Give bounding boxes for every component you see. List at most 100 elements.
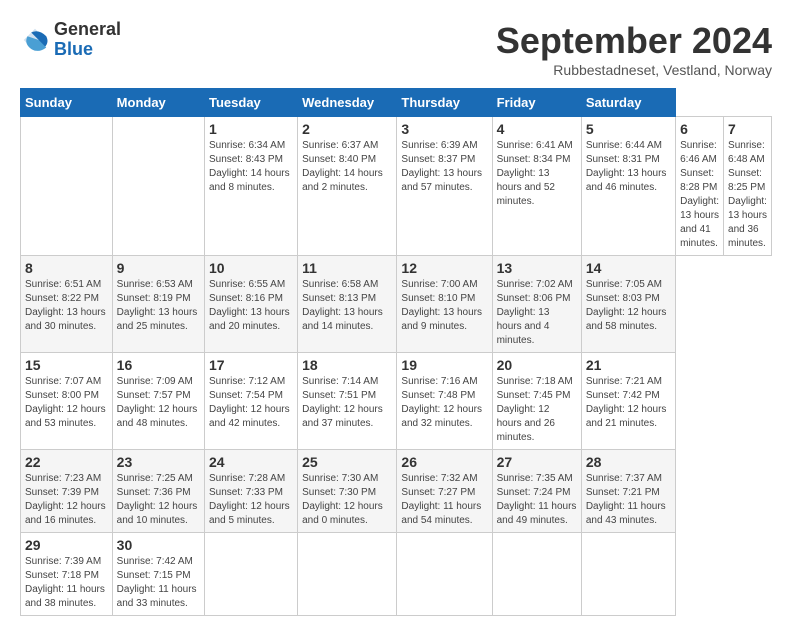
day-info-25: Sunrise: 7:30 AMSunset: 7:30 PMDaylight:… — [302, 472, 392, 528]
logo-blue: Blue — [54, 40, 121, 60]
logo-general: General — [54, 20, 121, 40]
day-number-3: 3 — [401, 121, 487, 137]
day-number-11: 11 — [302, 260, 392, 276]
day-info-11: Sunrise: 6:58 AMSunset: 8:13 PMDaylight:… — [302, 278, 392, 334]
day-info-5: Sunrise: 6:44 AMSunset: 8:31 PMDaylight:… — [586, 139, 671, 195]
day-number-27: 27 — [497, 454, 577, 470]
day-info-13: Sunrise: 7:02 AMSunset: 8:06 PMDaylight:… — [497, 278, 577, 348]
weekday-header-friday: Friday — [492, 89, 581, 117]
day-cell-25: 25 Sunrise: 7:30 AMSunset: 7:30 PMDayligh… — [298, 450, 397, 533]
weekday-header-thursday: Thursday — [397, 89, 492, 117]
day-cell-21: 21 Sunrise: 7:21 AMSunset: 7:42 PMDayligh… — [581, 353, 675, 450]
day-number-28: 28 — [586, 454, 671, 470]
day-number-24: 24 — [209, 454, 293, 470]
day-info-21: Sunrise: 7:21 AMSunset: 7:42 PMDaylight:… — [586, 375, 671, 431]
weekday-header-tuesday: Tuesday — [205, 89, 298, 117]
day-number-2: 2 — [302, 121, 392, 137]
day-number-10: 10 — [209, 260, 293, 276]
day-info-20: Sunrise: 7:18 AMSunset: 7:45 PMDaylight:… — [497, 375, 577, 445]
weekday-header-wednesday: Wednesday — [298, 89, 397, 117]
weekday-header-saturday: Saturday — [581, 89, 675, 117]
day-number-1: 1 — [209, 121, 293, 137]
day-cell-23: 23Sunrise: 7:25 AMSunset: 7:36 PMDayligh… — [112, 450, 204, 533]
day-info-24: Sunrise: 7:28 AMSunset: 7:33 PMDaylight:… — [209, 472, 293, 528]
weekday-header-monday: Monday — [112, 89, 204, 117]
calendar-table: SundayMondayTuesdayWednesdayThursdayFrid… — [20, 88, 772, 616]
day-cell-22: 22 Sunrise: 7:23 AMSunset: 7:39 PMDayligh… — [21, 450, 113, 533]
day-cell-8: 8 Sunrise: 6:51 AMSunset: 8:22 PMDaylight… — [21, 256, 113, 353]
day-info-10: Sunrise: 6:55 AMSunset: 8:16 PMDaylight:… — [209, 278, 293, 334]
day-info-14: Sunrise: 7:05 AMSunset: 8:03 PMDaylight:… — [586, 278, 671, 334]
day-number-26: 26 — [401, 454, 487, 470]
day-cell-16: 16 Sunrise: 7:09 AMSunset: 7:57 PMDayligh… — [112, 353, 204, 450]
day-cell-12: 12Sunrise: 7:00 AMSunset: 8:10 PMDayligh… — [397, 256, 492, 353]
day-number-6: 6 — [680, 121, 719, 137]
day-info-30: Sunrise: 7:42 AMSunset: 7:15 PMDaylight:… — [117, 555, 200, 611]
day-cell-28: 28Sunrise: 7:37 AMSunset: 7:21 PMDayligh… — [581, 450, 675, 533]
day-cell-3: 3 Sunrise: 6:39 AMSunset: 8:37 PMDaylight… — [397, 117, 492, 256]
day-number-5: 5 — [586, 121, 671, 137]
day-info-8: Sunrise: 6:51 AMSunset: 8:22 PMDaylight:… — [25, 278, 108, 334]
day-number-9: 9 — [117, 260, 200, 276]
day-cell-19: 19Sunrise: 7:16 AMSunset: 7:48 PMDayligh… — [397, 353, 492, 450]
day-info-3: Sunrise: 6:39 AMSunset: 8:37 PMDaylight:… — [401, 139, 487, 195]
day-cell-13: 13Sunrise: 7:02 AMSunset: 8:06 PMDayligh… — [492, 256, 581, 353]
day-number-17: 17 — [209, 357, 293, 373]
day-info-19: Sunrise: 7:16 AMSunset: 7:48 PMDaylight:… — [401, 375, 487, 431]
empty-cell — [298, 533, 397, 616]
day-cell-24: 24 Sunrise: 7:28 AMSunset: 7:33 PMDayligh… — [205, 450, 298, 533]
day-cell-9: 9 Sunrise: 6:53 AMSunset: 8:19 PMDaylight… — [112, 256, 204, 353]
day-number-30: 30 — [117, 537, 200, 553]
week-row-4: 22 Sunrise: 7:23 AMSunset: 7:39 PMDayligh… — [21, 450, 772, 533]
day-cell-6: 6 Sunrise: 6:46 AMSunset: 8:28 PMDaylight… — [676, 117, 724, 256]
day-cell-7: 7 Sunrise: 6:48 AMSunset: 8:25 PMDaylight… — [724, 117, 772, 256]
day-cell-20: 20 Sunrise: 7:18 AMSunset: 7:45 PMDayligh… — [492, 353, 581, 450]
empty-cell — [492, 533, 581, 616]
day-info-29: Sunrise: 7:39 AMSunset: 7:18 PMDaylight:… — [25, 555, 108, 611]
day-number-20: 20 — [497, 357, 577, 373]
day-info-15: Sunrise: 7:07 AMSunset: 8:00 PMDaylight:… — [25, 375, 108, 431]
day-info-2: Sunrise: 6:37 AMSunset: 8:40 PMDaylight:… — [302, 139, 392, 195]
day-cell-5: 5 Sunrise: 6:44 AMSunset: 8:31 PMDaylight… — [581, 117, 675, 256]
week-row-3: 15 Sunrise: 7:07 AMSunset: 8:00 PMDayligh… — [21, 353, 772, 450]
day-number-15: 15 — [25, 357, 108, 373]
week-row-1: 1Sunrise: 6:34 AMSunset: 8:43 PMDaylight… — [21, 117, 772, 256]
empty-cell — [205, 533, 298, 616]
day-number-23: 23 — [117, 454, 200, 470]
day-number-29: 29 — [25, 537, 108, 553]
day-info-9: Sunrise: 6:53 AMSunset: 8:19 PMDaylight:… — [117, 278, 200, 334]
day-number-21: 21 — [586, 357, 671, 373]
week-row-2: 8 Sunrise: 6:51 AMSunset: 8:22 PMDaylight… — [21, 256, 772, 353]
day-info-22: Sunrise: 7:23 AMSunset: 7:39 PMDaylight:… — [25, 472, 108, 528]
day-info-4: Sunrise: 6:41 AMSunset: 8:34 PMDaylight:… — [497, 139, 577, 209]
empty-cell — [397, 533, 492, 616]
page-header: General Blue September 2024 Rubbestadnes… — [20, 20, 772, 78]
day-number-12: 12 — [401, 260, 487, 276]
day-cell-26: 26Sunrise: 7:32 AMSunset: 7:27 PMDayligh… — [397, 450, 492, 533]
day-cell-11: 11 Sunrise: 6:58 AMSunset: 8:13 PMDayligh… — [298, 256, 397, 353]
location: Rubbestadneset, Vestland, Norway — [496, 62, 772, 78]
weekday-header-sunday: Sunday — [21, 89, 113, 117]
day-number-22: 22 — [25, 454, 108, 470]
logo-text: General Blue — [54, 20, 121, 60]
day-cell-30: 30 Sunrise: 7:42 AMSunset: 7:15 PMDayligh… — [112, 533, 204, 616]
day-number-16: 16 — [117, 357, 200, 373]
day-cell-18: 18Sunrise: 7:14 AMSunset: 7:51 PMDayligh… — [298, 353, 397, 450]
day-cell-14: 14 Sunrise: 7:05 AMSunset: 8:03 PMDayligh… — [581, 256, 675, 353]
day-cell-27: 27 Sunrise: 7:35 AMSunset: 7:24 PMDayligh… — [492, 450, 581, 533]
day-number-25: 25 — [302, 454, 392, 470]
logo: General Blue — [20, 20, 121, 60]
day-info-6: Sunrise: 6:46 AMSunset: 8:28 PMDaylight:… — [680, 139, 719, 251]
day-cell-10: 10 Sunrise: 6:55 AMSunset: 8:16 PMDayligh… — [205, 256, 298, 353]
day-cell-29: 29 Sunrise: 7:39 AMSunset: 7:18 PMDayligh… — [21, 533, 113, 616]
empty-cell — [581, 533, 675, 616]
day-info-7: Sunrise: 6:48 AMSunset: 8:25 PMDaylight:… — [728, 139, 767, 251]
day-info-27: Sunrise: 7:35 AMSunset: 7:24 PMDaylight:… — [497, 472, 577, 528]
day-number-7: 7 — [728, 121, 767, 137]
day-info-17: Sunrise: 7:12 AMSunset: 7:54 PMDaylight:… — [209, 375, 293, 431]
day-info-16: Sunrise: 7:09 AMSunset: 7:57 PMDaylight:… — [117, 375, 200, 431]
empty-cell — [21, 117, 113, 256]
day-number-14: 14 — [586, 260, 671, 276]
week-row-5: 29 Sunrise: 7:39 AMSunset: 7:18 PMDayligh… — [21, 533, 772, 616]
day-number-8: 8 — [25, 260, 108, 276]
